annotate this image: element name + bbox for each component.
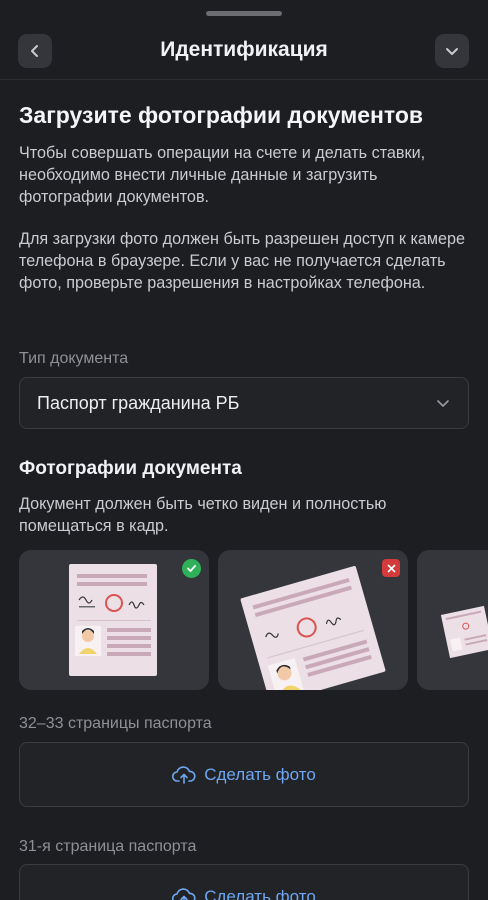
- passport-illustration: [69, 564, 157, 676]
- collapse-button[interactable]: [435, 34, 469, 68]
- passport-illustration-small: [440, 605, 488, 659]
- example-card-incorrect: [218, 550, 408, 690]
- error-badge: [382, 559, 400, 577]
- take-photo-label: Сделать фото: [204, 886, 316, 900]
- sheet-grabber[interactable]: [206, 11, 282, 16]
- intro-section: Загрузите фотографии документов Чтобы со…: [19, 100, 469, 294]
- upload-label-page-31: 31-я страница паспорта: [19, 838, 197, 855]
- close-icon: [387, 564, 395, 572]
- upload-label-pages-32-33: 32–33 страницы паспорта: [19, 715, 212, 732]
- check-badge: [182, 559, 201, 578]
- take-photo-button[interactable]: Сделать фото: [19, 742, 469, 807]
- check-icon: [187, 565, 196, 572]
- top-bar: Идентификация: [0, 22, 488, 80]
- example-carousel[interactable]: [19, 550, 488, 690]
- passport-illustration-tilted: [240, 566, 386, 690]
- photos-hint: Документ должен быть четко виден и полно…: [19, 495, 387, 535]
- doc-type-label: Тип документа: [19, 350, 129, 367]
- photos-heading: Фотографии документа: [19, 458, 242, 479]
- upload-cloud-icon: [172, 887, 196, 900]
- take-photo-button[interactable]: Сделать фото: [19, 864, 469, 900]
- example-card-partial: [417, 550, 488, 690]
- main-heading: Загрузите фотографии документов: [19, 102, 424, 128]
- camera-note: Для загрузки фото должен быть разрешен д…: [19, 230, 466, 292]
- example-card-correct: [19, 550, 209, 690]
- chevron-down-icon: [446, 48, 458, 55]
- upload-cloud-icon: [172, 765, 196, 784]
- page-title: Идентификация: [160, 38, 328, 61]
- take-photo-label: Сделать фото: [204, 764, 316, 784]
- doc-type-select[interactable]: Паспорт гражданина РБ: [19, 377, 469, 429]
- chevron-down-icon: [437, 400, 449, 407]
- intro-text: Чтобы совершать операции на счете и дела…: [19, 144, 426, 206]
- doc-type-value: Паспорт гражданина РБ: [37, 392, 240, 413]
